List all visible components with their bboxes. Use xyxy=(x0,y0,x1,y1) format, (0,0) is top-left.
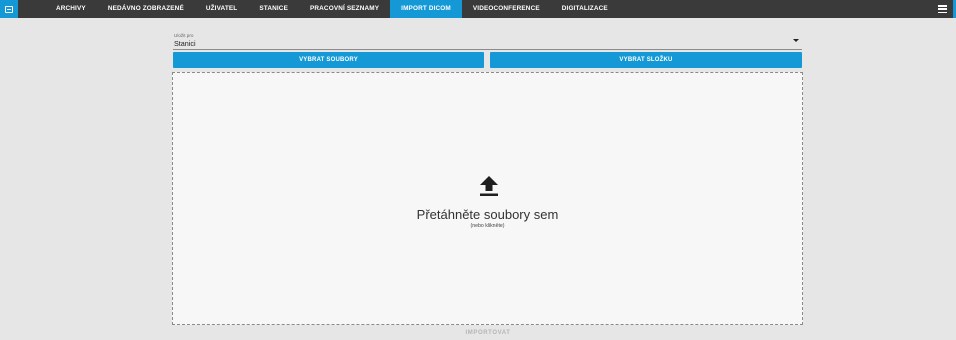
app-logo[interactable] xyxy=(0,0,18,18)
file-dropzone[interactable]: Přetáhněte soubory sem (nebo klikněte) xyxy=(172,72,803,325)
upload-icon xyxy=(480,176,498,196)
import-button[interactable]: IMPORTOVAT xyxy=(438,330,538,340)
select-folder-button[interactable]: VYBRAT SLOŽKU xyxy=(490,52,802,68)
window-icon xyxy=(5,5,13,13)
main-tabs: ARCHIVY NEDÁVNO ZOBRAZENÉ UŽIVATEL STANI… xyxy=(45,0,619,18)
tab-digitalizace[interactable]: DIGITALIZACE xyxy=(551,0,619,18)
caret-down-icon xyxy=(793,39,799,42)
tab-uzivatel[interactable]: UŽIVATEL xyxy=(195,0,249,18)
hamburger-menu-icon[interactable] xyxy=(938,5,947,13)
save-to-label: Uložit pro xyxy=(174,33,194,38)
save-to-select[interactable]: Uložit pro Stanici xyxy=(173,32,802,50)
top-navigation-bar: ARCHIVY NEDÁVNO ZOBRAZENÉ UŽIVATEL STANI… xyxy=(0,0,956,18)
save-to-value: Stanici xyxy=(174,39,196,48)
tab-import-dicom[interactable]: IMPORT DICOM xyxy=(390,0,462,18)
tab-archivy[interactable]: ARCHIVY xyxy=(45,0,97,18)
select-files-button[interactable]: VYBRAT SOUBORY xyxy=(173,52,484,68)
tab-pracovni-seznamy[interactable]: PRACOVNÍ SEZNAMY xyxy=(299,0,390,18)
tab-videoconference[interactable]: VIDEOCONFERENCE xyxy=(462,0,551,18)
tab-nedavno-zobrazene[interactable]: NEDÁVNO ZOBRAZENÉ xyxy=(97,0,195,18)
dropzone-subtitle: (nebo klikněte) xyxy=(470,223,505,229)
tab-stanice[interactable]: STANICE xyxy=(248,0,299,18)
dropzone-title: Přetáhněte soubory sem xyxy=(416,207,559,222)
